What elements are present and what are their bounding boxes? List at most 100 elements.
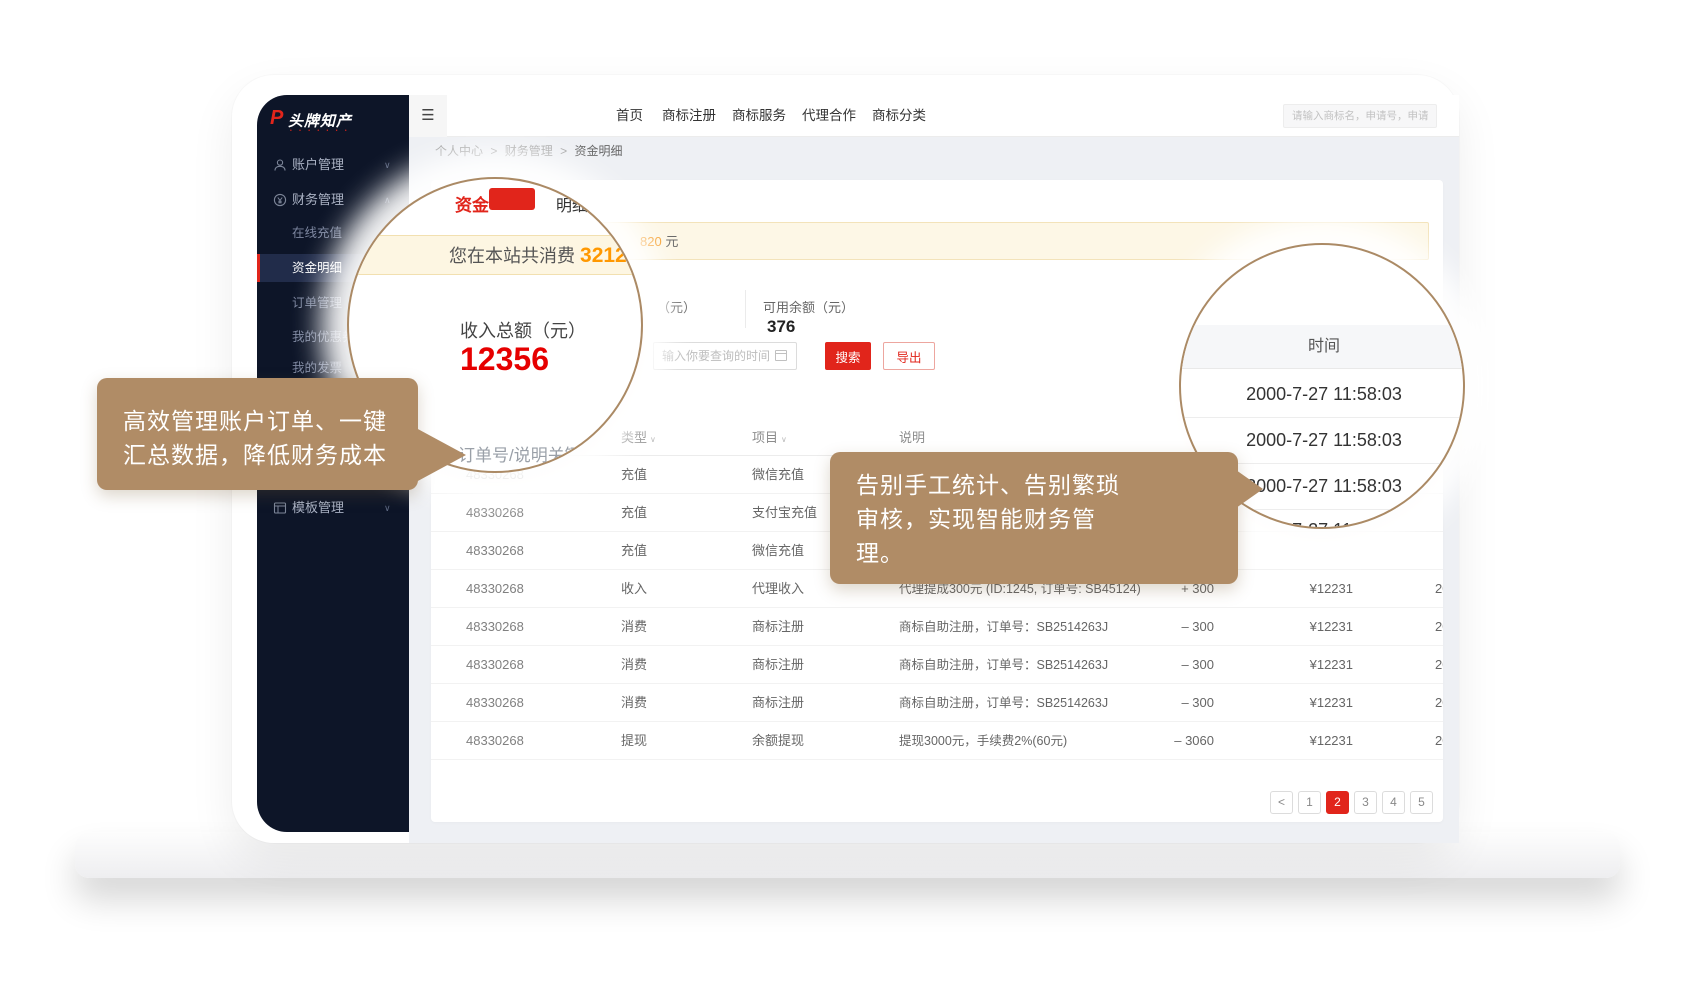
nav-item-home[interactable]: 首页: [616, 95, 643, 137]
sidebar-item-account[interactable]: 账户管理 ∨: [257, 151, 409, 179]
stat-divider: [745, 290, 746, 328]
cell-type: 充值: [621, 532, 647, 570]
pagination-page-3[interactable]: 3: [1354, 791, 1377, 814]
callout-left: 高效管理账户订单、一键 汇总数据，降低财务成本: [97, 378, 418, 490]
cell-time: 2000-7-27 11:58:03: [1435, 608, 1443, 646]
cell-balance: ¥12231: [1273, 646, 1353, 684]
breadcrumb-separator: >: [560, 144, 567, 158]
hamburger-icon[interactable]: ☰: [409, 95, 447, 137]
table-row: 48330268 消费 商标注册 商标自助注册，订单号：SB2514263J –…: [431, 646, 1443, 684]
chevron-down-icon: ∨: [384, 151, 391, 179]
cell-desc: 商标自助注册，订单号：SB2514263J: [899, 646, 1108, 684]
caret-down-icon: ∨: [650, 435, 656, 444]
nav-item-agency[interactable]: 代理合作: [802, 95, 856, 137]
pagination-page-4[interactable]: 4: [1382, 791, 1405, 814]
cell-item: 余额提现: [752, 722, 804, 760]
cell-desc: 商标自助注册，订单号：SB2514263J: [899, 608, 1108, 646]
breadcrumb-current: 资金明细: [574, 144, 622, 158]
logo-subtext: • • • • • • •: [290, 128, 350, 134]
sidebar-subitem-label: 在线充值: [292, 219, 342, 247]
lens-banner-prefix: 您在本站共消费: [449, 246, 580, 266]
callout-text-line: 告别手工统计、告别繁琐: [856, 466, 1120, 500]
cell-type: 提现: [621, 722, 647, 760]
lens-column-header: 订单号/说明关键字: [458, 441, 599, 466]
breadcrumb-item[interactable]: 个人中心: [435, 144, 483, 158]
sidebar-item-label: 模板管理: [292, 494, 344, 522]
col-header-type[interactable]: 类型∨: [621, 420, 656, 456]
scene: P 头牌知产 • • • • • • • 账户管理 ∨ 财务管理 ∧ 在线充值 …: [0, 0, 1696, 1002]
sidebar-item-label: 账户管理: [292, 151, 344, 179]
nav-item-trademark-service[interactable]: 商标服务: [732, 95, 786, 137]
cell-item: 代理收入: [752, 570, 804, 608]
sidebar-subitem-label: 资金明细: [292, 254, 342, 282]
lens-time-row: 2000-7-27 11:58:03: [1181, 371, 1465, 417]
table-row: 48330268 消费 商标注册 商标自助注册，订单号：SB2514263J –…: [431, 684, 1443, 722]
available-balance-value: 376: [767, 317, 795, 337]
sidebar-item-finance[interactable]: 财务管理 ∧: [257, 186, 409, 214]
cell-type: 消费: [621, 646, 647, 684]
cell-order: 48330268: [466, 684, 524, 722]
export-button[interactable]: 导出: [883, 342, 935, 370]
cell-time: 2000-7-27 11:58:03: [1435, 570, 1443, 608]
cell-item: 商标注册: [752, 608, 804, 646]
callout-text-line: 高效管理账户订单、一键: [123, 402, 387, 436]
lens-banner: 您在本站共消费 32124 元: [347, 235, 643, 275]
cell-amount: – 300: [1144, 646, 1214, 684]
cell-desc: 商标自助注册，订单号：SB2514263J: [899, 684, 1108, 722]
callout-text-line: 汇总数据，降低财务成本: [123, 436, 387, 470]
stat-label-fragment: （元）: [657, 297, 696, 316]
logo-mark-icon: P: [270, 107, 283, 130]
cell-item: 支付宝充值: [752, 494, 817, 532]
pagination-page-5[interactable]: 5: [1410, 791, 1433, 814]
nav-item-trademark-register[interactable]: 商标注册: [662, 95, 716, 137]
breadcrumb-separator: >: [490, 144, 497, 158]
banner-unit: 元: [665, 234, 678, 249]
cell-time: 2000-7-27 11:58:03: [1435, 684, 1443, 722]
caret-down-icon: ∨: [781, 435, 787, 444]
table-row: 48330268 消费 商标注册 商标自助注册，订单号：SB2514263J –…: [431, 608, 1443, 646]
available-balance-label: 可用余额（元）: [763, 297, 854, 316]
cell-order: 48330268: [466, 722, 524, 760]
pagination: < 1 2 3 4 5: [1270, 791, 1433, 814]
chevron-up-icon: ∧: [384, 186, 391, 214]
cell-type: 收入: [621, 570, 647, 608]
sidebar-item-template[interactable]: 模板管理 ∨: [257, 494, 409, 522]
trademark-search-input[interactable]: [1283, 104, 1437, 128]
col-header-item[interactable]: 项目∨: [752, 420, 787, 456]
cell-balance: ¥12231: [1273, 570, 1353, 608]
lens-tab-fragment: 明细: [556, 192, 588, 216]
top-nav: ☰ 首页 商标注册 商标服务 代理合作 商标分类: [409, 95, 1459, 137]
search-button[interactable]: 搜索: [825, 342, 871, 370]
cell-balance: [1273, 532, 1353, 570]
calendar-icon[interactable]: [775, 350, 787, 361]
table-row: 48330268 提现 余额提现 提现3000元，手续费2%(60元) – 30…: [431, 722, 1443, 760]
banner-text-fragment: 820 元: [640, 223, 678, 261]
breadcrumb-item[interactable]: 财务管理: [505, 144, 553, 158]
nav-item-trademark-category[interactable]: 商标分类: [872, 95, 926, 137]
lens-banner-value: 32124: [580, 244, 638, 267]
col-header-desc: 说明: [899, 420, 925, 456]
lens-tab-fragment-red: 资金: [455, 191, 489, 216]
banner-amount: 820: [640, 234, 662, 249]
active-indicator: [257, 254, 260, 282]
cell-time: 2000-7-27 11:58:03: [1435, 646, 1443, 684]
sidebar-item-label: 财务管理: [292, 186, 344, 214]
cell-item: 商标注册: [752, 646, 804, 684]
lens-tab-pill: [489, 188, 535, 210]
cell-type: 消费: [621, 684, 647, 722]
cell-type: 充值: [621, 456, 647, 494]
cell-balance: ¥12231: [1273, 722, 1353, 760]
cell-desc: 提现3000元，手续费2%(60元): [899, 722, 1067, 760]
cell-item: 微信充值: [752, 456, 804, 494]
pagination-prev-button[interactable]: <: [1270, 791, 1293, 814]
callout-right-pointer: [1236, 470, 1263, 508]
cell-order: 48330268: [466, 646, 524, 684]
pagination-page-1[interactable]: 1: [1298, 791, 1321, 814]
cell-type: 消费: [621, 608, 647, 646]
cell-item: 商标注册: [752, 684, 804, 722]
sidebar-subitem-label: 订单管理: [292, 289, 342, 317]
callout-left-pointer: [416, 428, 466, 482]
finance-icon: [273, 193, 287, 207]
callout-text-line: 审核，实现智能财务管: [856, 500, 1096, 534]
pagination-page-2-active[interactable]: 2: [1326, 791, 1349, 814]
